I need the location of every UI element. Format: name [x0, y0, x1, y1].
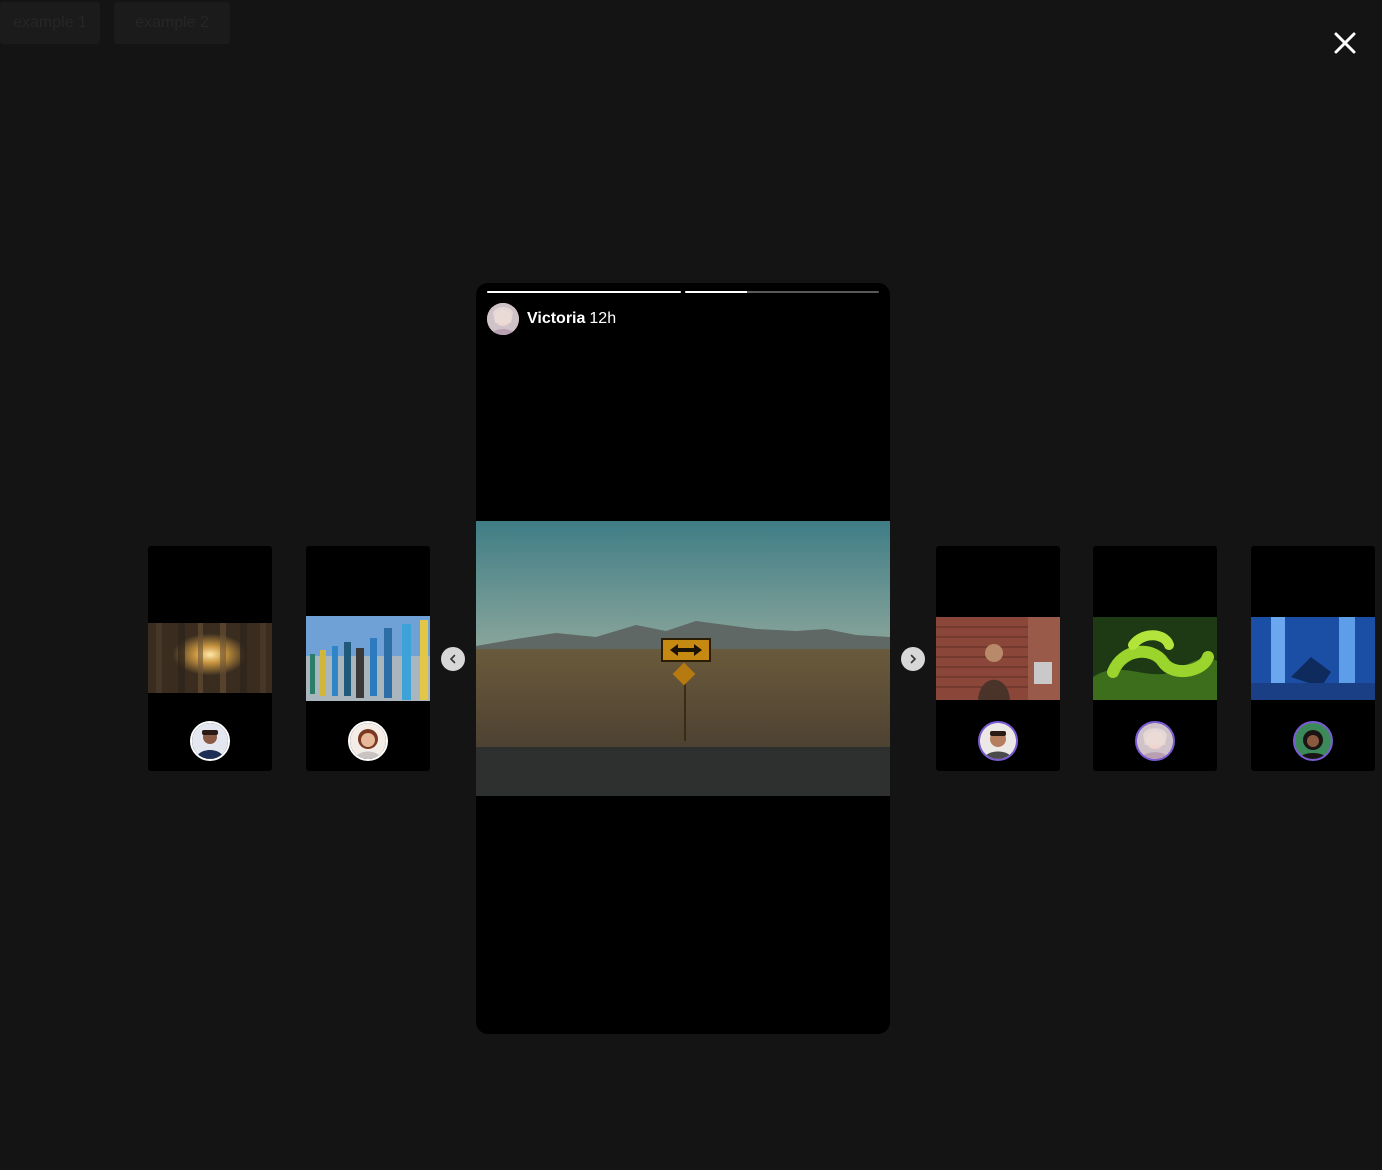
close-button[interactable] — [1330, 28, 1360, 58]
preview-thumbnail — [306, 616, 430, 701]
story-progress — [487, 291, 879, 294]
story-preview[interactable] — [1093, 546, 1217, 771]
chevron-right-icon — [910, 654, 917, 664]
progress-segment — [487, 291, 681, 293]
avatar — [348, 721, 388, 761]
chevron-left-icon — [449, 654, 456, 664]
avatar — [1135, 721, 1175, 761]
progress-segment — [685, 291, 879, 293]
story-header: Victoria 12h — [487, 303, 616, 335]
example-1-button[interactable]: example 1 — [0, 2, 100, 44]
story-preview[interactable] — [306, 546, 430, 771]
story-viewer: example 1 example 2 Victoria 12h — [0, 0, 1382, 1170]
preview-thumbnail — [936, 617, 1060, 700]
story-preview[interactable] — [936, 546, 1060, 771]
next-story-button[interactable] — [901, 647, 925, 671]
story-username[interactable]: Victoria — [527, 310, 585, 328]
preview-thumbnail — [148, 623, 272, 693]
avatar[interactable] — [487, 303, 519, 335]
story-preview[interactable] — [1251, 546, 1375, 771]
active-story[interactable]: Victoria 12h — [476, 283, 890, 1034]
previous-story-button[interactable] — [441, 647, 465, 671]
story-preview[interactable] — [148, 546, 272, 771]
avatar — [1293, 721, 1333, 761]
avatar — [190, 721, 230, 761]
avatar — [978, 721, 1018, 761]
close-icon — [1334, 32, 1356, 54]
example-2-button[interactable]: example 2 — [114, 2, 230, 44]
story-image — [476, 521, 890, 796]
story-timestamp: 12h — [589, 310, 617, 327]
preview-thumbnail — [1093, 617, 1217, 700]
preview-thumbnail — [1251, 617, 1375, 700]
